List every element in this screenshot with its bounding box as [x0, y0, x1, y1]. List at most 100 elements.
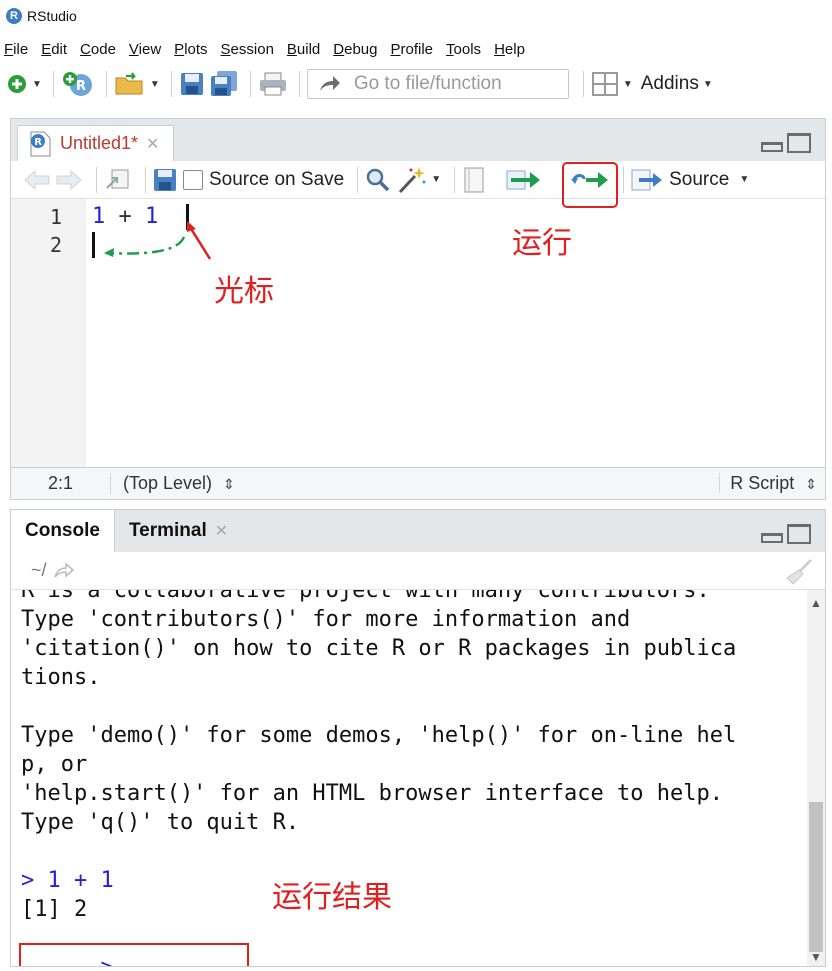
toolbar-separator	[357, 166, 359, 193]
scroll-down-icon[interactable]: ▼	[810, 950, 822, 964]
addins-button[interactable]: Addins ▼	[637, 70, 713, 98]
run-annotation: 运行	[512, 226, 572, 261]
run-button[interactable]	[506, 169, 544, 191]
menu-tools[interactable]: Tools	[446, 41, 481, 58]
show-in-new-window-button[interactable]	[104, 168, 132, 192]
scroll-up-icon[interactable]: ▲	[810, 596, 822, 610]
svg-text:R: R	[34, 137, 42, 148]
up-down-icon: ⇕	[223, 476, 235, 492]
go-to-directory-icon[interactable]	[53, 561, 75, 580]
folder-open-icon	[115, 72, 143, 95]
pane-layout-icon	[591, 72, 618, 96]
menu-debug[interactable]: Debug	[333, 41, 377, 58]
up-down-icon: ⇕	[805, 476, 817, 492]
console-line: tions.	[21, 665, 101, 690]
cursor-annotation-arrows	[104, 221, 212, 260]
go-to-file-input[interactable]: Go to file/function	[306, 69, 569, 99]
menu-bar: File Edit Code View Plots Session Build …	[0, 36, 832, 62]
maximize-pane-icon[interactable]	[787, 133, 811, 153]
menu-profile[interactable]: Profile	[391, 41, 434, 58]
tab-terminal-label: Terminal	[128, 520, 207, 541]
go-to-file-placeholder: Go to file/function	[353, 73, 502, 94]
working-directory[interactable]: ~/	[31, 560, 47, 581]
console-scrollbar[interactable]: ▲ ▼	[807, 590, 825, 966]
menu-edit[interactable]: Edit	[41, 41, 67, 58]
console-pane: Console Terminal ✕ ~/ R is a collaborati…	[10, 509, 826, 967]
source-toolbar: Source on Save ▼ Source ▼	[11, 161, 825, 199]
toolbar-separator	[298, 71, 300, 97]
code-tools-button[interactable]: ▼	[397, 166, 441, 194]
source-pane: R Untitled1* ✕ Source on Save ▼ Source ▼…	[10, 118, 826, 500]
code-area[interactable]: 1 + 1	[86, 199, 825, 467]
console-line: 'help.start()' for an HTML browser inter…	[21, 781, 723, 806]
cursor-position: 2:1	[11, 473, 111, 494]
result-highlight	[19, 943, 249, 966]
print-button[interactable]	[258, 70, 288, 98]
console-output-line: [1] 2	[21, 897, 88, 922]
tab-title: Untitled1*	[60, 133, 139, 153]
search-icon	[366, 168, 390, 191]
back-forward-buttons[interactable]	[23, 168, 83, 192]
pane-layout-button[interactable]: ▼	[591, 70, 633, 98]
save-document-button[interactable]	[153, 168, 177, 192]
menu-session[interactable]: Session	[221, 41, 274, 58]
magic-wand-icon	[399, 166, 426, 193]
pane-controls	[761, 133, 811, 153]
new-file-icon	[8, 75, 26, 93]
console-input-line: > 1 + 1	[21, 868, 114, 893]
console-output[interactable]: R is a collaborative project with many c…	[11, 590, 807, 966]
toolbar-separator	[52, 71, 54, 97]
toolbar-separator	[623, 166, 625, 193]
chevron-down-icon: ▼	[622, 78, 633, 90]
console-line: Type 'contributors()' for more informati…	[21, 607, 631, 632]
maximize-pane-icon[interactable]	[787, 524, 811, 544]
source-on-save-toggle[interactable]: Source on Save	[183, 169, 344, 191]
save-button[interactable]	[179, 70, 205, 98]
save-all-button[interactable]	[209, 70, 239, 98]
source-label: Source	[669, 168, 730, 190]
run-line-icon	[506, 170, 541, 189]
new-file-button[interactable]: ▼	[6, 70, 42, 98]
code-editor[interactable]: 1 2 1 + 1	[11, 199, 825, 467]
scope-selector[interactable]: (Top Level) ⇕	[123, 473, 235, 494]
go-to-arrow-icon	[319, 76, 340, 91]
scope-label: (Top Level)	[123, 473, 213, 493]
line-number: 2	[49, 233, 62, 257]
menu-view[interactable]: View	[129, 41, 161, 58]
source-on-save-checkbox[interactable]	[183, 169, 203, 190]
minimize-pane-icon[interactable]	[761, 142, 783, 152]
clear-console-icon[interactable]	[785, 558, 813, 586]
file-type-selector[interactable]: R Script ⇕	[719, 473, 817, 494]
source-button[interactable]: Source ▼	[631, 168, 749, 192]
console-line: Type 'q()' to quit R.	[21, 810, 300, 835]
source-arrow-icon	[631, 169, 663, 190]
addins-label: Addins	[640, 73, 699, 94]
chevron-down-icon: ▼	[149, 78, 160, 90]
tab-terminal[interactable]: Terminal ✕	[115, 510, 242, 552]
notebook-icon	[464, 167, 484, 192]
tab-console-label: Console	[25, 520, 100, 541]
menu-code[interactable]: Code	[80, 41, 116, 58]
r-script-file-icon: R	[30, 131, 51, 156]
toolbar-separator	[145, 166, 146, 193]
chevron-down-icon: ▼	[739, 174, 750, 185]
show-in-new-window-icon	[106, 169, 129, 189]
scrollbar-thumb[interactable]	[809, 802, 823, 952]
tab-untitled1[interactable]: R Untitled1* ✕	[17, 125, 175, 161]
find-replace-button[interactable]	[365, 167, 391, 193]
line-number-gutter: 1 2	[11, 199, 86, 467]
close-icon[interactable]: ✕	[215, 521, 228, 541]
menu-plots[interactable]: Plots	[174, 41, 207, 58]
tab-console[interactable]: Console	[11, 510, 115, 552]
rstudio-logo-icon: R	[6, 8, 22, 24]
close-icon[interactable]: ✕	[146, 134, 159, 154]
save-all-icon	[210, 71, 237, 96]
menu-build[interactable]: Build	[287, 41, 320, 58]
compile-report-button[interactable]	[462, 167, 486, 193]
toolbar-separator	[454, 166, 456, 193]
menu-file[interactable]: File	[4, 41, 28, 58]
new-project-button[interactable]: R	[61, 70, 95, 98]
minimize-pane-icon[interactable]	[761, 533, 783, 543]
menu-help[interactable]: Help	[494, 41, 525, 58]
open-file-button[interactable]: ▼	[114, 70, 160, 98]
